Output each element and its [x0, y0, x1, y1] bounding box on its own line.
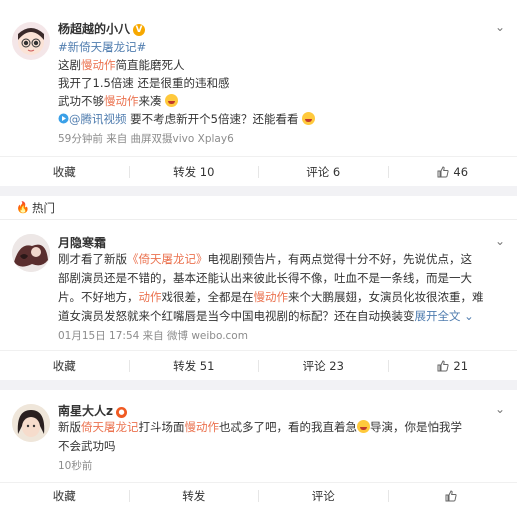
- like-button[interactable]: [389, 483, 517, 508]
- action-bar: 收藏 转发 51 评论 23 21: [0, 350, 517, 380]
- username[interactable]: 月隐寒霜: [58, 234, 106, 251]
- hashtag-link[interactable]: #新倚天屠龙记#: [58, 38, 146, 57]
- chevron-down-icon[interactable]: ⌄: [461, 309, 474, 323]
- post-text-line: 我开了1.5倍速 还是很重的违和感: [58, 76, 230, 90]
- avatar[interactable]: [12, 22, 50, 60]
- post-2: 月隐寒霜 ⌄ 刚才看了新版《倚天屠龙记》电视剧预告片，有两点觉得十分不好，先说优…: [0, 220, 517, 380]
- keyword-link[interactable]: 慢动作: [254, 290, 289, 304]
- section-divider: [0, 186, 517, 196]
- chevron-down-icon[interactable]: ⌄: [495, 402, 505, 416]
- post-text-line: 部剧演员还是不错的，基本还能认出来彼此长得不像，吐血不是一条线，而是一大: [58, 271, 472, 285]
- avatar[interactable]: [12, 404, 50, 442]
- action-bar: 收藏 转发 评论: [0, 482, 517, 508]
- comment-button[interactable]: 评论: [259, 483, 388, 508]
- post-3: 南星大人z ● ⌄ 新版倚天屠龙记打斗场面慢动作也忒多了吧，看的我直着急 导演，你是…: [0, 390, 517, 508]
- member-badge-icon: ●: [116, 407, 127, 418]
- post-1: 杨超越的小八 V ⌄ #新倚天屠龙记# 这剧慢动作简直能磨死人 我开了1.5倍速 …: [0, 0, 517, 190]
- emoji-icon: [302, 112, 316, 125]
- keyword-link[interactable]: 慢动作: [104, 94, 139, 108]
- mention-link[interactable]: @腾讯视频: [58, 112, 130, 126]
- like-button[interactable]: 46: [389, 157, 517, 186]
- keyword-link[interactable]: 倚天屠龙记: [81, 420, 139, 434]
- post-text-line: 片。不好地方，动作戏很差，全都是在慢动作来个大鹏展翅，女演员化妆很浓重，难: [58, 290, 484, 304]
- favorite-button[interactable]: 收藏: [0, 483, 129, 508]
- comment-button[interactable]: 评论 23: [259, 351, 388, 380]
- avatar[interactable]: [12, 234, 50, 272]
- post-text-line: @腾讯视频 要不考虑新开个5倍速？还能看看: [58, 110, 316, 129]
- thumbs-up-icon: [445, 489, 457, 501]
- chevron-down-icon[interactable]: ⌄: [495, 234, 505, 248]
- favorite-button[interactable]: 收藏: [0, 157, 129, 186]
- emoji-icon: [165, 94, 179, 107]
- post-meta: 10秒前: [58, 460, 93, 472]
- keyword-link[interactable]: 慢动作: [81, 58, 116, 72]
- verified-badge-icon: V: [133, 24, 146, 36]
- keyword-link[interactable]: 动作: [139, 290, 162, 304]
- post-text-line: 刚才看了新版《倚天屠龙记》电视剧预告片，有两点觉得十分不好，先说优点，这: [58, 252, 472, 266]
- post-text-line: 武功不够慢动作来凑: [58, 92, 179, 111]
- keyword-link[interactable]: 慢动作: [185, 420, 220, 434]
- emoji-icon: [357, 420, 370, 433]
- thumbs-up-icon: [437, 359, 450, 371]
- repost-button[interactable]: 转发: [130, 483, 259, 508]
- section-divider: [0, 380, 517, 390]
- post-meta: 59分钟前 来自 曲屏双摄vivo Xplay6: [58, 133, 234, 145]
- comment-button[interactable]: 评论 6: [259, 157, 388, 186]
- repost-button[interactable]: 转发 10: [130, 157, 259, 186]
- expand-full-text-link[interactable]: 展开全文: [415, 309, 461, 323]
- post-text-line: 新版倚天屠龙记打斗场面慢动作也忒多了吧，看的我直着急 导演，你是怕我学: [58, 420, 462, 434]
- chevron-down-icon[interactable]: ⌄: [495, 20, 505, 34]
- hot-section-header: 🔥 热门: [0, 196, 517, 220]
- like-button[interactable]: 21: [389, 351, 517, 380]
- post-text-line: 这剧慢动作简直能磨死人: [58, 58, 185, 72]
- username[interactable]: 南星大人z ●: [58, 402, 127, 419]
- flame-icon: 🔥: [16, 201, 30, 214]
- post-meta: 01月15日 17:54 来自 微博 weibo.com: [58, 330, 248, 342]
- action-bar: 收藏 转发 10 评论 6 46: [0, 156, 517, 186]
- post-text-line: 不会武功吗: [58, 439, 116, 453]
- username[interactable]: 杨超越的小八 V: [58, 20, 146, 37]
- repost-button[interactable]: 转发 51: [130, 351, 259, 380]
- thumbs-up-icon: [437, 165, 450, 177]
- favorite-button[interactable]: 收藏: [0, 351, 129, 380]
- post-text-line: 道女演员发怒就来个红嘴唇是当今中国电视剧的标配？还在自动换装变展开全文 ⌄: [58, 309, 474, 323]
- keyword-link[interactable]: 《倚天屠龙记》: [127, 252, 208, 266]
